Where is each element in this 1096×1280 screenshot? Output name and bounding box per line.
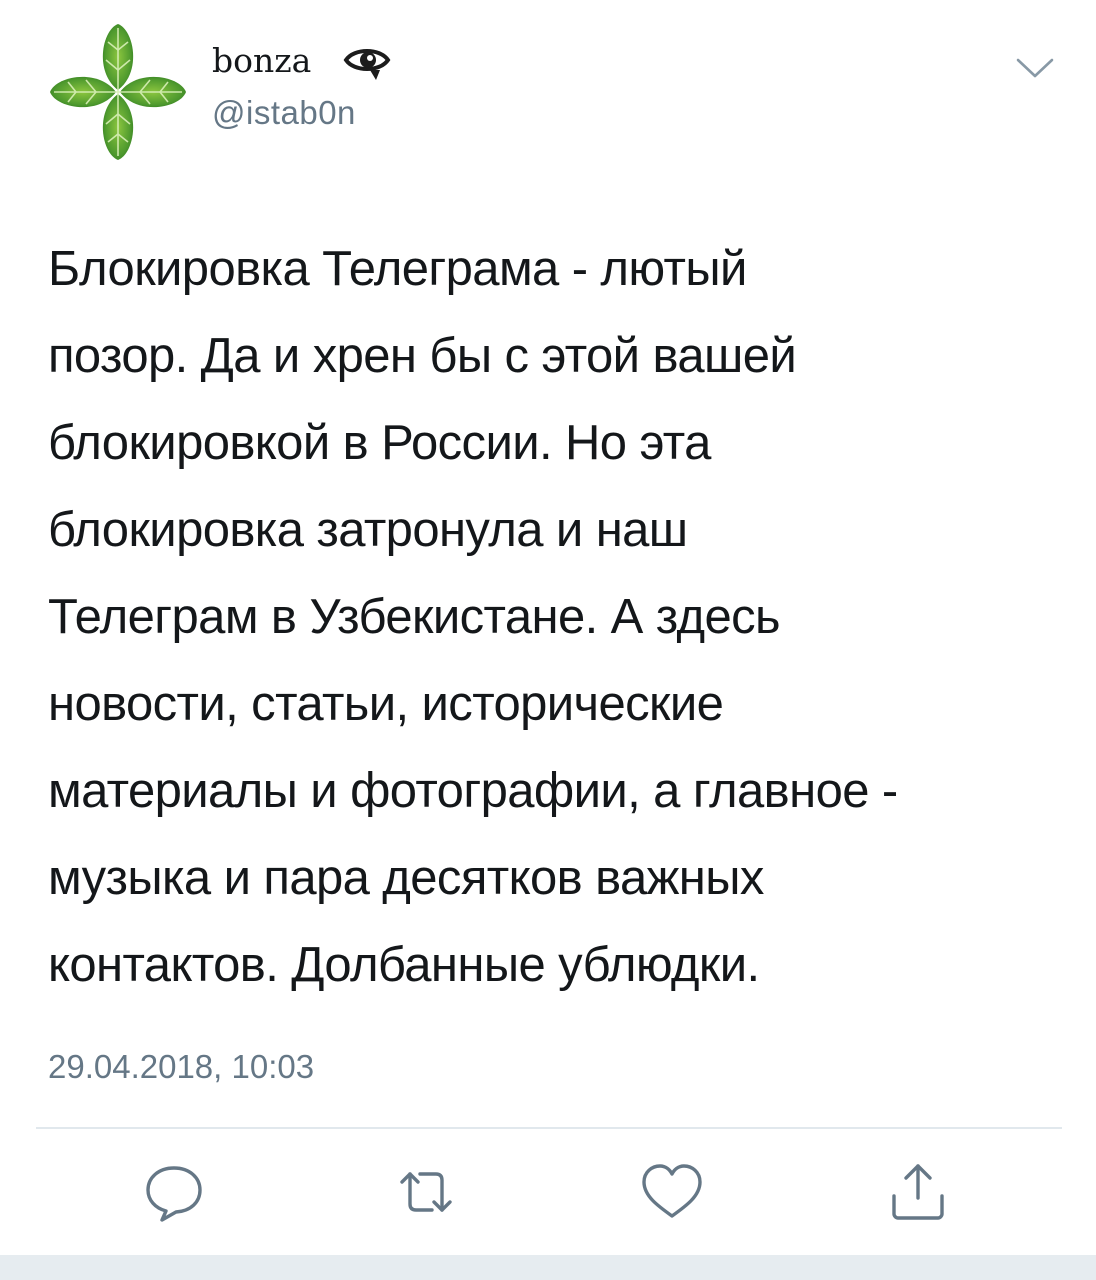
display-name[interactable]: bonza — [212, 38, 311, 84]
tweet-text-line: музыка и пара десятков важных — [48, 851, 764, 905]
reply-button[interactable] — [140, 1158, 208, 1226]
tweet-text-line: позор. Да и хрен бы с этой вашей — [48, 329, 797, 383]
user-handle[interactable]: @istab0n — [212, 90, 356, 136]
four-leaf-clover-icon — [50, 24, 186, 160]
tweet-text-line: материалы и фотографии, а главное - — [48, 764, 898, 818]
speech-bubble-icon — [146, 1166, 202, 1222]
tweet-text-line: блокировкой в России. Но эта — [48, 416, 711, 470]
tweet-timestamp[interactable]: 29.04.2018, 10:03 — [48, 1044, 314, 1090]
tweet-text-line: Блокировка Телеграма - лютый — [48, 242, 747, 296]
tweet-text: Блокировка Телеграма - лютый позор. Да и… — [48, 226, 1058, 1009]
tweet-text-line: новости, статьи, исторические — [48, 677, 724, 731]
retweet-button[interactable] — [392, 1158, 460, 1226]
tweet-card: bonza @istab0n Блокировка Телеграма - лю… — [0, 0, 1096, 1255]
heart-icon — [642, 1164, 702, 1218]
tweet-text-line: Телеграм в Узбекистане. А здесь — [48, 590, 781, 644]
chevron-down-icon[interactable] — [1012, 50, 1058, 84]
retweet-arrows-icon — [400, 1172, 452, 1212]
tweet-text-line: контактов. Долбанные ублюдки. — [48, 938, 760, 992]
like-button[interactable] — [638, 1158, 706, 1226]
eye-icon — [340, 42, 394, 82]
divider — [36, 1127, 1062, 1129]
tweet-text-line: блокировка затронула и наш — [48, 503, 688, 557]
avatar[interactable] — [46, 20, 190, 164]
bottom-separator — [0, 1255, 1096, 1280]
share-icon — [892, 1164, 944, 1220]
share-button[interactable] — [884, 1158, 952, 1226]
